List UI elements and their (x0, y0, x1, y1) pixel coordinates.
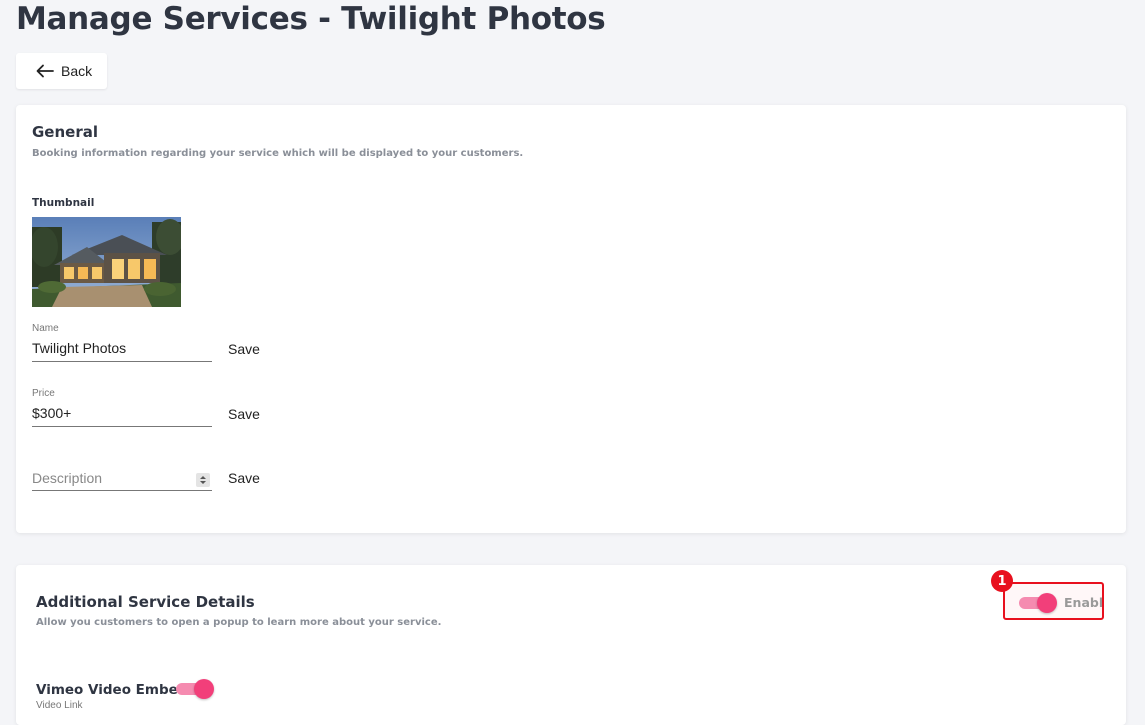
general-title: General (32, 123, 98, 141)
thumbnail-image[interactable] (32, 217, 181, 307)
enable-toggle-highlight[interactable]: Enable (1003, 582, 1104, 620)
description-input[interactable]: Description (32, 470, 192, 486)
name-field[interactable]: Name Twilight Photos (32, 323, 212, 362)
description-save-button[interactable]: Save (228, 470, 260, 486)
additional-title: Additional Service Details (36, 593, 255, 611)
enable-label: Enable (1064, 595, 1104, 610)
arrow-left-icon (36, 64, 54, 78)
enable-toggle-knob (1037, 593, 1057, 613)
name-label: Name (32, 323, 59, 334)
vimeo-title: Vimeo Video Embed (36, 682, 188, 698)
resize-stepper-icon[interactable] (196, 473, 210, 487)
price-input[interactable]: $300+ (32, 405, 192, 421)
additional-details-card: Additional Service Details Allow you cus… (16, 565, 1126, 725)
price-label: Price (32, 388, 55, 399)
back-button[interactable]: Back (16, 53, 107, 89)
vimeo-toggle-knob (194, 679, 214, 699)
general-card: General Booking information regarding yo… (16, 105, 1126, 533)
annotation-badge: 1 (991, 570, 1013, 592)
enable-toggle[interactable] (1019, 593, 1059, 613)
back-button-label: Back (61, 63, 93, 79)
description-field[interactable]: Description (32, 460, 212, 491)
vimeo-toggle[interactable] (176, 679, 216, 699)
name-save-button[interactable]: Save (228, 341, 260, 357)
price-save-button[interactable]: Save (228, 406, 260, 422)
additional-subtitle: Allow you customers to open a popup to l… (36, 617, 442, 628)
page-title: Manage Services - Twilight Photos (16, 1, 606, 37)
thumbnail-label: Thumbnail (32, 197, 95, 209)
general-subtitle: Booking information regarding your servi… (32, 148, 524, 159)
name-input[interactable]: Twilight Photos (32, 340, 192, 356)
video-link-label: Video Link (36, 700, 83, 711)
price-field[interactable]: Price $300+ (32, 388, 212, 427)
